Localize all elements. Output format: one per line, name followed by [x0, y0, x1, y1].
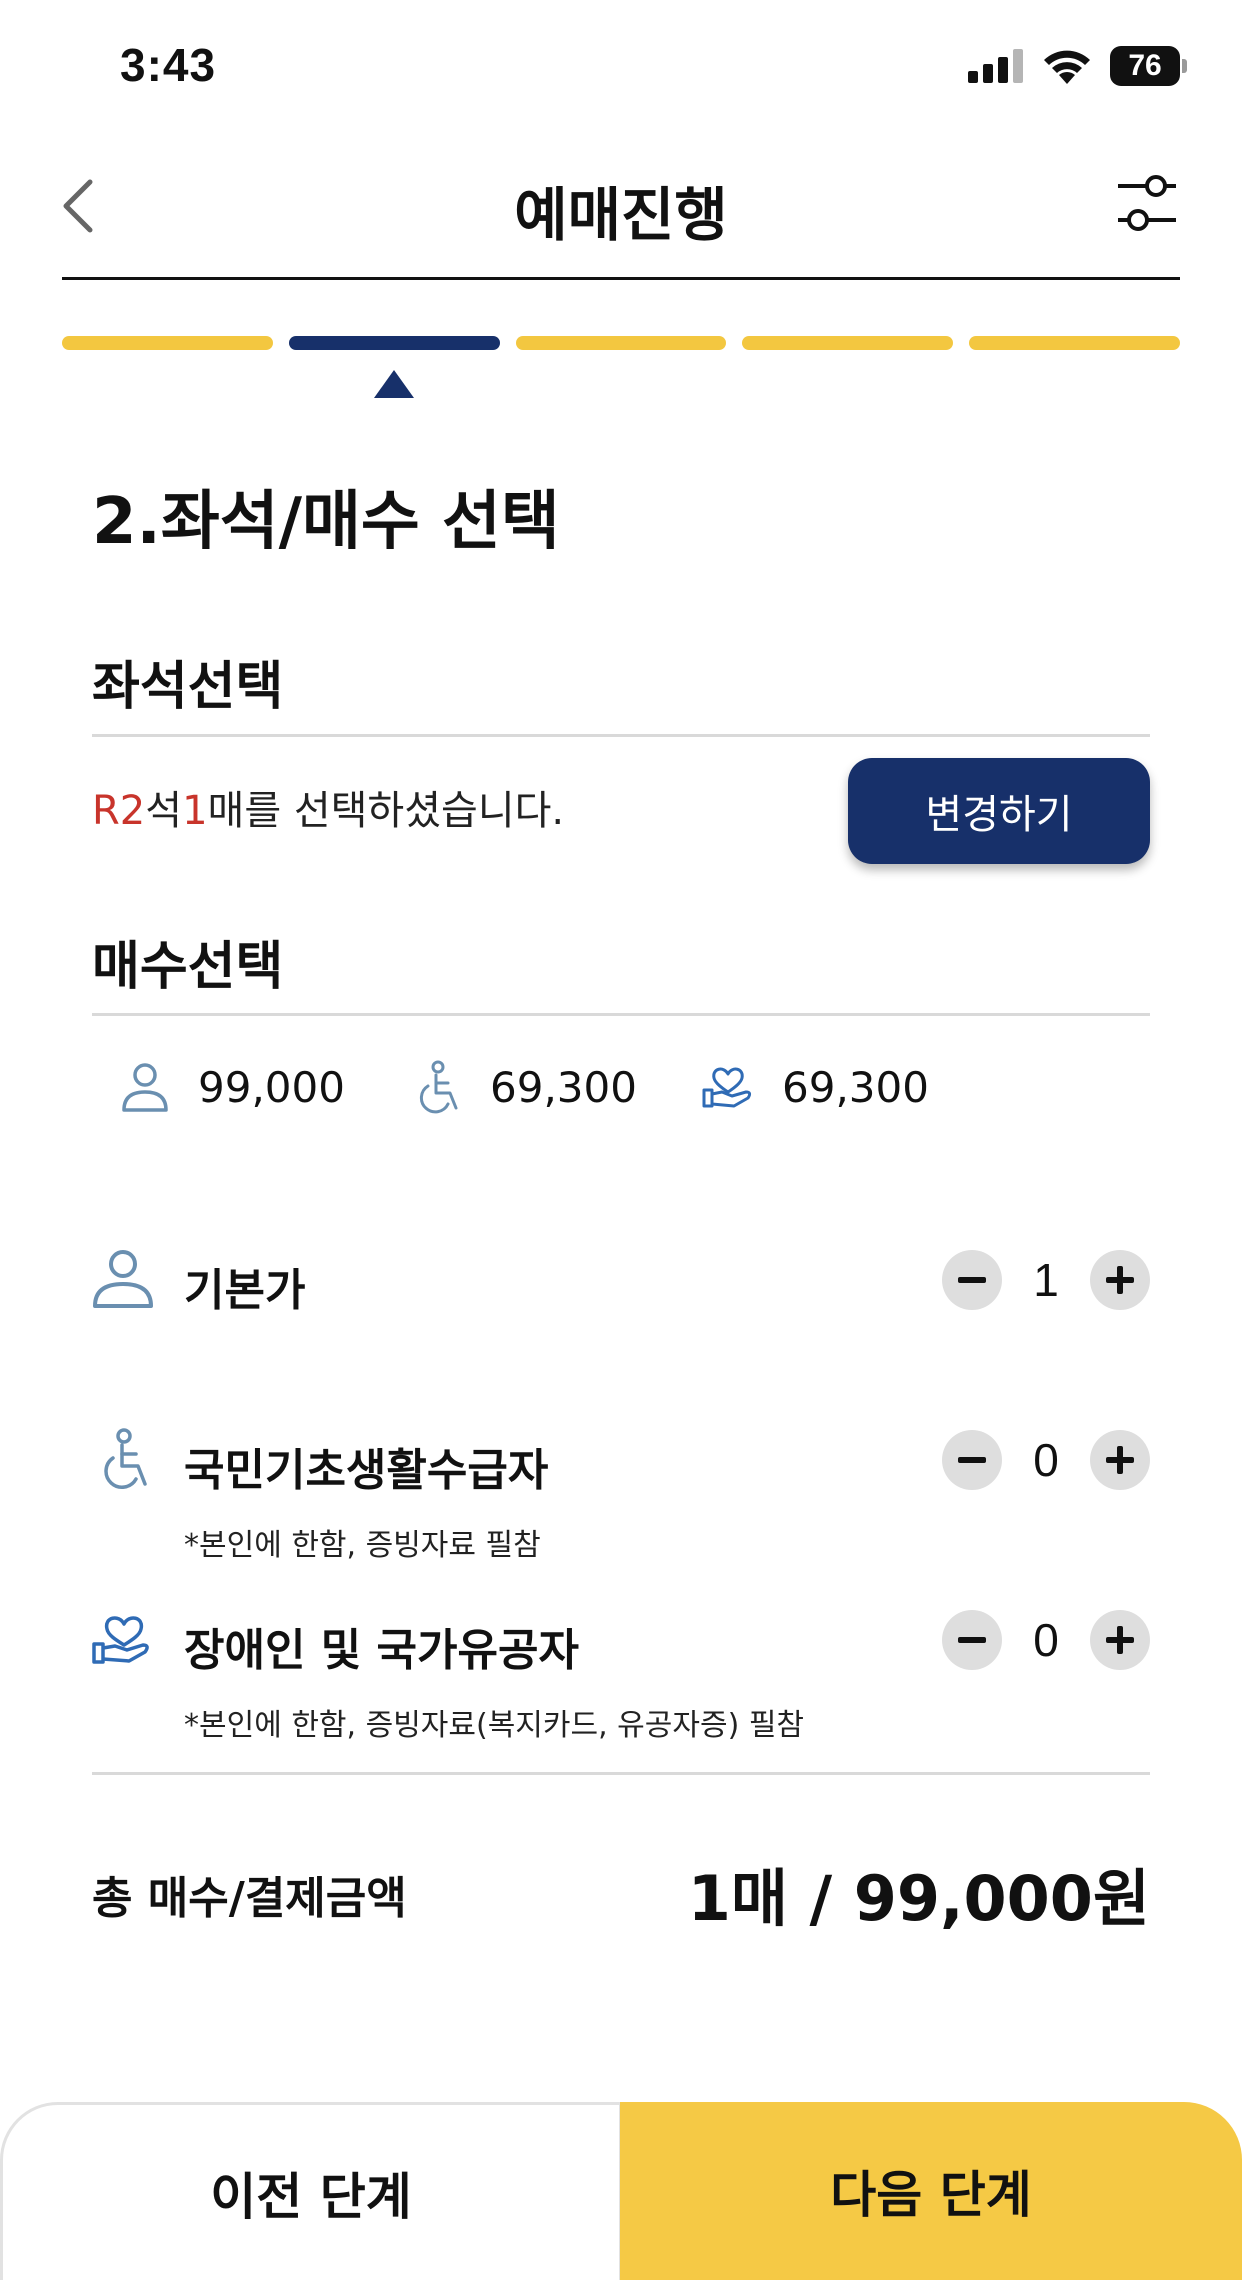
- ticket-note: *본인에 한함, 증빙자료(복지카드, 유공자증) 필참: [184, 1708, 805, 1743]
- quantity-section-title: 매수선택: [92, 937, 284, 997]
- price-item-standard: 99,000: [118, 1060, 345, 1114]
- person-icon: [93, 1250, 153, 1308]
- seat-text-b: 매를 선택하셨습니다.: [207, 788, 565, 834]
- change-seat-button[interactable]: 변경하기: [848, 758, 1150, 864]
- next-step-button[interactable]: 다음 단계: [620, 2102, 1242, 2280]
- seat-count: 1: [182, 788, 208, 834]
- increase-button[interactable]: [1090, 1610, 1150, 1670]
- quantity-section-divider: [92, 1013, 1150, 1016]
- status-time: 3:43: [120, 39, 217, 91]
- price-value: 69,300: [490, 1062, 637, 1112]
- total-divider: [92, 1772, 1150, 1775]
- ticket-count: 0: [1033, 1434, 1059, 1486]
- price-value: 69,300: [782, 1062, 929, 1112]
- seat-grade: R2: [92, 788, 146, 834]
- seat-section-title: 좌석선택: [92, 657, 284, 717]
- price-value: 99,000: [198, 1062, 345, 1112]
- wheelchair-icon: [104, 1428, 147, 1489]
- seat-text-a: 석: [145, 788, 183, 834]
- current-step-marker: [374, 370, 414, 398]
- progress-step-4: [742, 336, 954, 350]
- progress-step-2: [288, 336, 500, 350]
- battery-icon: 76: [1110, 46, 1187, 86]
- seat-summary: R2석1매를 선택하셨습니다.: [92, 778, 564, 836]
- filter-button[interactable]: [1116, 172, 1180, 236]
- ticket-row-basic-livelihood: 국민기초생활수급자 *본인에 한함, 증빙자료 필참 0: [92, 1428, 1150, 1563]
- ticket-count: 0: [1033, 1614, 1059, 1666]
- seat-section-divider: [92, 734, 1150, 737]
- previous-step-button[interactable]: 이전 단계: [0, 2102, 622, 2280]
- hand-heart-icon: [702, 1067, 752, 1108]
- status-icons: 76: [968, 46, 1187, 86]
- ticket-label: 기본가: [184, 1265, 306, 1316]
- decrease-button[interactable]: [942, 1250, 1002, 1310]
- hand-heart-icon: [92, 1616, 149, 1664]
- ticket-note: *본인에 한함, 증빙자료 필참: [184, 1528, 541, 1563]
- price-item-basic-livelihood: 69,300: [410, 1060, 637, 1114]
- progress-step-1: [62, 336, 273, 350]
- signal-icon: [968, 49, 1023, 83]
- progress-step-5: [969, 336, 1180, 350]
- ticket-row-standard: 기본가 1: [92, 1248, 1150, 1318]
- sliders-icon: [1118, 175, 1176, 231]
- increase-button[interactable]: [1090, 1250, 1150, 1310]
- person-icon: [122, 1063, 168, 1112]
- decrease-button[interactable]: [942, 1610, 1002, 1670]
- step-title: 2.좌석/매수 선택: [92, 485, 560, 559]
- quantity-stepper: 0: [942, 1430, 1150, 1490]
- wifi-icon: [1044, 50, 1090, 84]
- decrease-button[interactable]: [942, 1430, 1002, 1490]
- ticket-count: 1: [1033, 1254, 1059, 1306]
- bottom-action-bar: 이전 단계 다음 단계: [0, 2102, 1242, 2280]
- header-divider: [62, 277, 1180, 280]
- ticket-label: 장애인 및 국가유공자: [184, 1625, 579, 1676]
- ticket-row-disabled-veteran: 장애인 및 국가유공자 *본인에 한함, 증빙자료(복지카드, 유공자증) 필참…: [92, 1608, 1150, 1743]
- quantity-stepper: 1: [942, 1250, 1150, 1310]
- total-value: 1매 / 99,000원: [687, 1862, 1150, 1935]
- quantity-stepper: 0: [942, 1610, 1150, 1670]
- page-title: 예매진행: [514, 181, 728, 249]
- wheelchair-icon: [419, 1060, 458, 1114]
- ticket-label: 국민기초생활수급자: [184, 1445, 549, 1496]
- price-item-disabled-veteran: 69,300: [702, 1060, 929, 1114]
- total-label: 총 매수/결제금액: [92, 1873, 407, 1924]
- progress-steps: [62, 336, 1180, 350]
- increase-button[interactable]: [1090, 1430, 1150, 1490]
- progress-step-3: [515, 336, 727, 350]
- price-list: 99,000 69,300 69,300: [0, 1060, 1242, 1130]
